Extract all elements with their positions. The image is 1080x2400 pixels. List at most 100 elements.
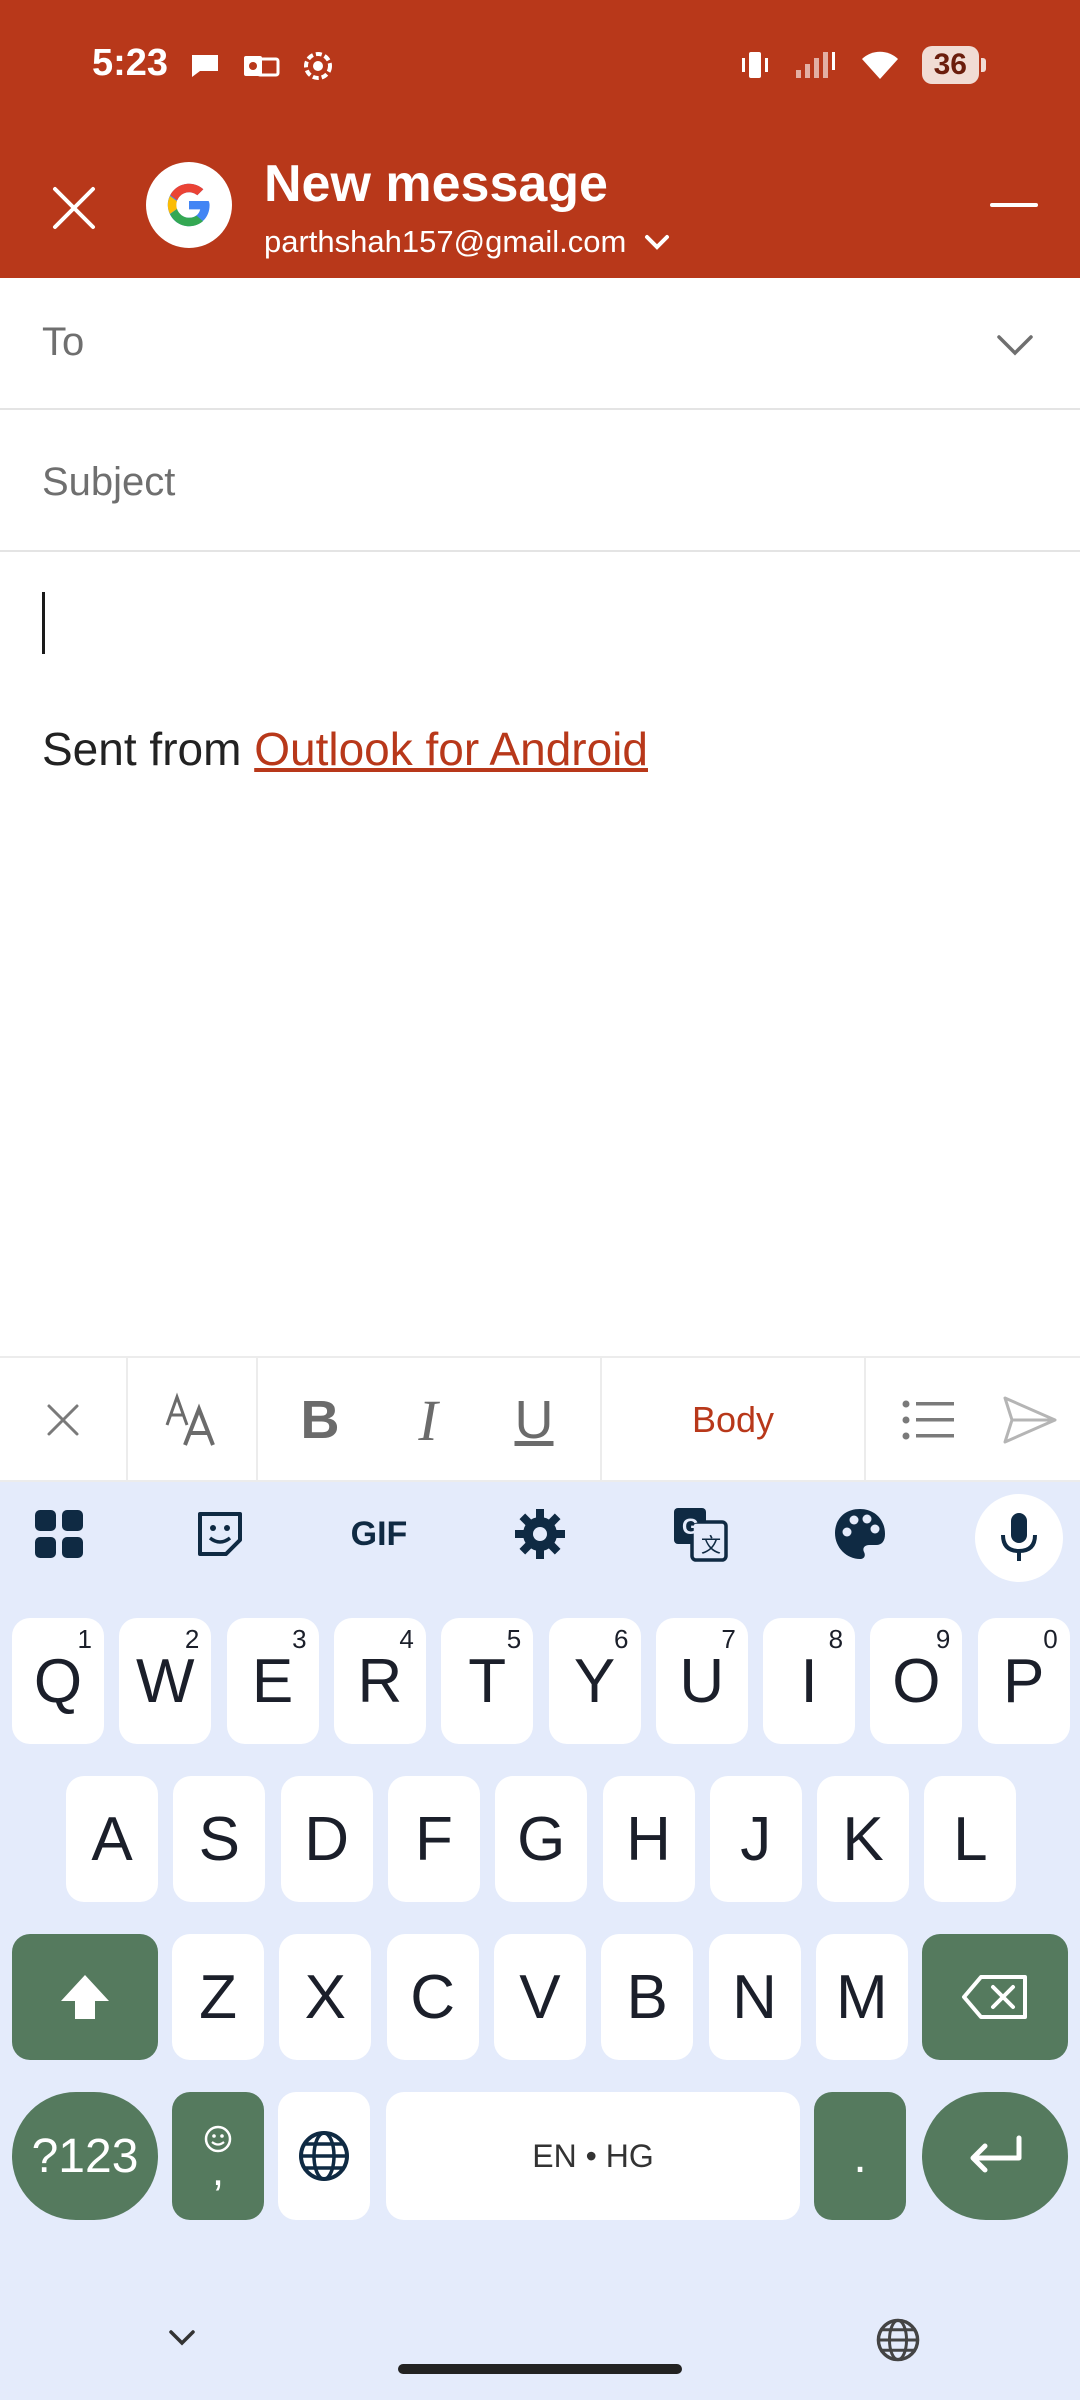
apps-grid-icon	[35, 1510, 83, 1558]
key-e[interactable]: E3	[226, 1618, 319, 1744]
globe-icon	[299, 2131, 349, 2181]
backspace-icon	[962, 1975, 1027, 2019]
key-m[interactable]: M	[815, 1934, 908, 2060]
key-p[interactable]: P0	[977, 1618, 1070, 1744]
account-selector[interactable]: parthshah157@gmail.com	[264, 224, 670, 260]
key-a[interactable]: A	[66, 1776, 158, 1902]
key-q[interactable]: Q1	[12, 1618, 104, 1744]
battery-level: 36	[921, 46, 979, 84]
key-f[interactable]: F	[387, 1776, 480, 1902]
signal-icon	[795, 52, 835, 78]
compose-title: New message	[264, 155, 608, 213]
status-time: 5:23	[92, 42, 169, 84]
shift-icon	[61, 1975, 109, 2019]
message-body[interactable]: Sent from Outlook for Android	[0, 552, 1080, 1356]
outlook-icon	[244, 56, 280, 77]
key-hint: 1	[77, 1624, 92, 1654]
key-hint: 4	[399, 1624, 414, 1654]
home-indicator[interactable]	[398, 2364, 682, 2374]
list-button[interactable]	[866, 1358, 990, 1482]
close-icon	[47, 1404, 79, 1436]
signature: Sent from Outlook for Android	[42, 722, 648, 776]
text-size-icon	[165, 1392, 215, 1446]
voice-input-button[interactable]	[975, 1494, 1063, 1582]
chat-bubble-icon	[192, 55, 218, 77]
space-key[interactable]: EN • HG	[386, 2092, 800, 2220]
backspace-key[interactable]	[922, 1934, 1068, 2060]
format-toolbar: B I U Body	[0, 1356, 1080, 1482]
bold-button[interactable]: B	[258, 1358, 382, 1482]
key-hint: 7	[721, 1624, 736, 1654]
minimize-icon	[990, 203, 1038, 207]
hide-keyboard-button[interactable]	[158, 2318, 206, 2358]
translate-button[interactable]: G 文	[658, 1492, 742, 1576]
chevron-down-icon	[997, 335, 1033, 356]
font-size-button[interactable]	[128, 1358, 256, 1482]
comma-label: ,	[211, 2146, 225, 2195]
subject-field[interactable]: Subject	[0, 410, 1080, 552]
to-field[interactable]: To	[0, 278, 1080, 410]
key-o[interactable]: O9	[870, 1618, 963, 1744]
key-g[interactable]: G	[495, 1776, 588, 1902]
key-t[interactable]: T5	[441, 1618, 534, 1744]
notification-icons	[188, 48, 336, 84]
sticker-icon	[198, 1512, 242, 1556]
key-l[interactable]: L	[924, 1776, 1017, 1902]
minimize-button[interactable]	[984, 190, 1044, 220]
language-key[interactable]	[278, 2092, 370, 2220]
key-y[interactable]: Y6	[548, 1618, 641, 1744]
globe-icon	[876, 2318, 920, 2362]
close-format-button[interactable]	[0, 1358, 126, 1482]
key-z[interactable]: Z	[172, 1934, 264, 2060]
close-icon	[53, 187, 95, 229]
key-d[interactable]: D	[280, 1776, 373, 1902]
symbols-key[interactable]: ?123	[12, 2092, 158, 2220]
period-key[interactable]: .	[814, 2092, 906, 2220]
sticker-button[interactable]	[178, 1492, 262, 1576]
battery-cap	[981, 58, 986, 72]
enter-key[interactable]	[922, 2092, 1068, 2220]
switch-keyboard-button[interactable]	[872, 2314, 924, 2366]
key-v[interactable]: V	[493, 1934, 586, 2060]
expand-recipients-button[interactable]	[988, 318, 1042, 372]
system-status: 36	[738, 46, 986, 84]
vibrate-icon	[741, 52, 768, 78]
account-avatar[interactable]	[146, 162, 232, 248]
keyboard-settings-button[interactable]	[498, 1492, 582, 1576]
key-r[interactable]: R4	[333, 1618, 426, 1744]
palette-icon	[835, 1509, 885, 1559]
compose-header: 5:23 36 New message parthshah157@gmail.c…	[0, 0, 1080, 278]
paragraph-style-button[interactable]: Body	[602, 1358, 864, 1482]
send-button[interactable]	[980, 1358, 1080, 1482]
key-u[interactable]: U7	[655, 1618, 748, 1744]
bullet-list-icon	[902, 1400, 954, 1440]
key-c[interactable]: C	[386, 1934, 479, 2060]
settings-icon	[515, 1509, 565, 1559]
shift-key[interactable]	[12, 1934, 158, 2060]
key-i[interactable]: I8	[763, 1618, 856, 1744]
key-x[interactable]: X	[279, 1934, 372, 2060]
translate-icon: G 文	[674, 1508, 728, 1562]
key-hint: 9	[935, 1624, 951, 1654]
key-w[interactable]: W2	[119, 1618, 212, 1744]
key-hint: 0	[1043, 1624, 1058, 1654]
key-k[interactable]: K	[817, 1776, 910, 1902]
key-b[interactable]: B	[601, 1934, 694, 2060]
apps-grid-button[interactable]	[17, 1492, 101, 1576]
theme-button[interactable]	[818, 1492, 902, 1576]
svg-text:G: G	[682, 1514, 699, 1539]
key-n[interactable]: N	[708, 1934, 801, 2060]
sync-settings-icon	[304, 52, 332, 80]
key-h[interactable]: H	[602, 1776, 695, 1902]
chevron-down-icon	[169, 2330, 195, 2346]
gif-button[interactable]: GIF	[336, 1492, 422, 1576]
enter-icon	[970, 2135, 1022, 2173]
underline-button[interactable]: U	[472, 1358, 596, 1482]
text-cursor	[42, 592, 45, 654]
key-s[interactable]: S	[173, 1776, 266, 1902]
comma-emoji-key[interactable]: ,	[172, 2092, 264, 2220]
key-j[interactable]: J	[709, 1776, 802, 1902]
to-label: To	[42, 320, 85, 364]
outlook-link[interactable]: Outlook for Android	[254, 723, 648, 775]
close-compose-button[interactable]	[44, 178, 104, 238]
